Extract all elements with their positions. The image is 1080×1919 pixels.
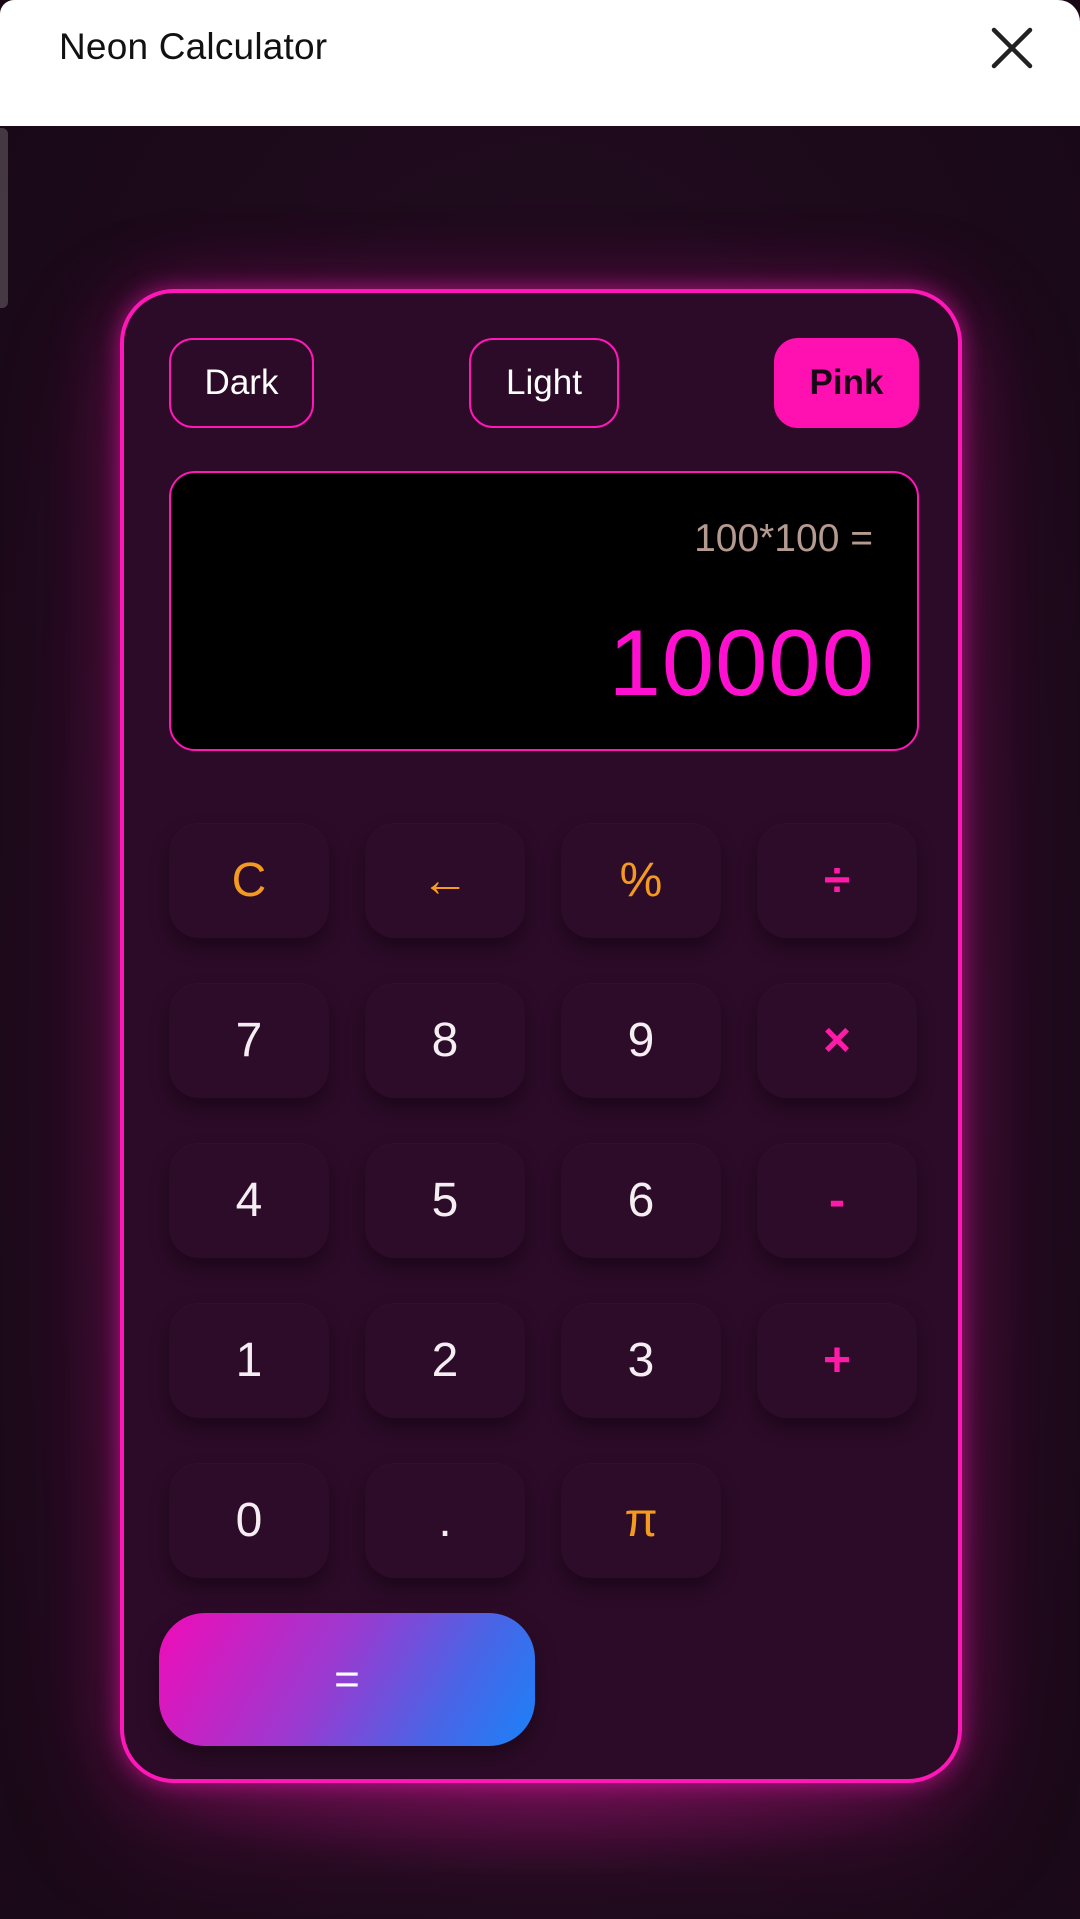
percent-button[interactable]: % — [561, 823, 721, 938]
calculator-display: 100*100 = 10000 — [169, 471, 919, 751]
subtract-button[interactable]: - — [757, 1143, 917, 1258]
expression-text: 100*100 = — [694, 517, 873, 560]
digit-2-button[interactable]: 2 — [365, 1303, 525, 1418]
theme-light-button[interactable]: Light — [469, 338, 619, 428]
divide-button[interactable]: ÷ — [757, 823, 917, 938]
theme-dark-button[interactable]: Dark — [169, 338, 314, 428]
clear-button[interactable]: C — [169, 823, 329, 938]
digit-6-button[interactable]: 6 — [561, 1143, 721, 1258]
digit-5-button[interactable]: 5 — [365, 1143, 525, 1258]
digit-8-button[interactable]: 8 — [365, 983, 525, 1098]
digit-0-button[interactable]: 0 — [169, 1463, 329, 1578]
close-icon[interactable] — [984, 20, 1040, 76]
app-header: Neon Calculator — [0, 0, 1080, 126]
result-text: 10000 — [608, 610, 875, 715]
digit-9-button[interactable]: 9 — [561, 983, 721, 1098]
backspace-button[interactable]: ← — [365, 823, 525, 938]
digit-3-button[interactable]: 3 — [561, 1303, 721, 1418]
add-button[interactable]: + — [757, 1303, 917, 1418]
digit-4-button[interactable]: 4 — [169, 1143, 329, 1258]
pi-button[interactable]: π — [561, 1463, 721, 1578]
theme-pink-button[interactable]: Pink — [774, 338, 919, 428]
calculator-panel: Dark Light Pink 100*100 = 10000 C ← % ÷ … — [120, 289, 962, 1783]
edge-handle[interactable] — [0, 128, 8, 308]
digit-1-button[interactable]: 1 — [169, 1303, 329, 1418]
multiply-button[interactable]: × — [757, 983, 917, 1098]
equals-button[interactable]: = — [159, 1613, 535, 1746]
decimal-button[interactable]: . — [365, 1463, 525, 1578]
app-title: Neon Calculator — [59, 26, 328, 67]
digit-7-button[interactable]: 7 — [169, 983, 329, 1098]
